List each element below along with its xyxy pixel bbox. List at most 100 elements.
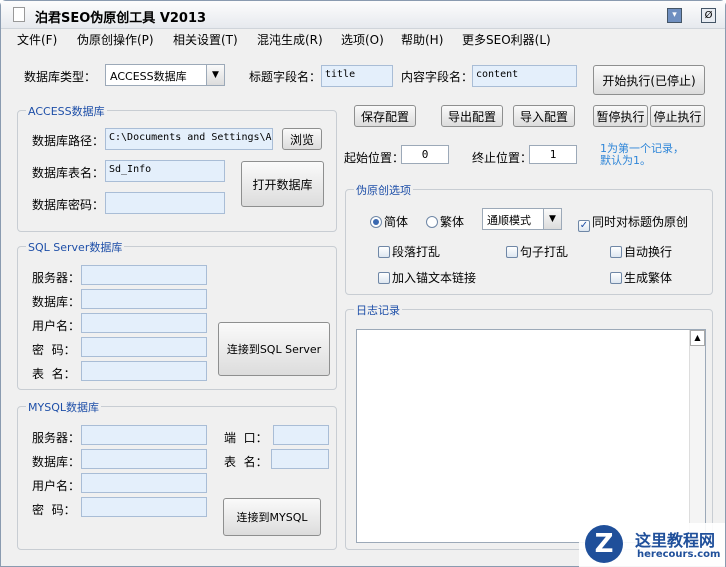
range-hint-2: 默认为1。 [600,154,651,167]
browse-button[interactable]: 浏览 [282,128,322,150]
shuffle-sentence-label: 句子打乱 [520,245,569,259]
stop-button[interactable]: 停止执行 [650,105,705,127]
auto-wrap-label: 自动换行 [624,245,673,259]
simplified-radio[interactable]: 简体 [370,213,408,230]
access-table-input[interactable]: Sd_Info [105,160,225,182]
checkmark-icon: ✓ [578,220,590,232]
start-position-input[interactable]: 0 [401,145,449,164]
access-password-label: 数据库密码： [32,198,105,212]
end-position-input[interactable]: 1 [529,145,577,164]
pause-button[interactable]: 暂停执行 [593,105,648,127]
mysql-legend: MYSQL数据库 [26,399,101,415]
options-legend: 伪原创选项 [354,182,413,198]
access-group: ACCESS数据库 数据库路径： C:\Documents and Settin… [17,103,337,232]
sql-server-label: 服务器： [32,271,81,285]
import-config-button[interactable]: 导入配置 [513,105,575,127]
start-button[interactable]: 开始执行(已停止) [593,65,705,95]
end-position-label: 终止位置： [472,151,533,165]
sql-user-label: 用户名： [32,319,81,333]
sql-group: SQL Server数据库 服务器： 数据库： 用户名： 密 码： 表 名： 连… [17,239,337,390]
sql-legend: SQL Server数据库 [26,239,125,255]
connect-sql-button[interactable]: 连接到SQL Server [218,322,330,376]
sql-database-input[interactable] [81,289,207,309]
title-field-label: 标题字段名： [249,70,322,84]
mode-select[interactable]: 通顺模式 ▼ [482,208,562,230]
log-group: 日志记录 ▲ [345,302,713,550]
sql-password-label: 密 码： [32,343,76,357]
menu-more-seo[interactable]: 更多SEO利器(L) [462,31,551,48]
mysql-user-label: 用户名： [32,479,81,493]
auto-wrap-checkbox[interactable]: 自动换行 [610,243,672,260]
log-scrollbar[interactable]: ▲ [689,330,705,542]
menu-settings[interactable]: 相关设置(T) [173,31,238,48]
log-textarea[interactable]: ▲ [356,329,706,543]
simplified-label: 简体 [384,215,409,229]
db-type-value: ACCESS数据库 [110,70,187,83]
mysql-server-input[interactable] [81,425,207,445]
mysql-table-input[interactable] [271,449,329,469]
checkbox-icon [506,246,518,258]
minimize-button[interactable]: ▾ [667,8,682,23]
log-legend: 日志记录 [354,302,402,318]
checkbox-icon [610,272,622,284]
mysql-password-label: 密 码： [32,503,76,517]
sql-server-input[interactable] [81,265,207,285]
traditional-label: 繁体 [440,215,465,229]
menu-rewrite[interactable]: 伪原创操作(P) [77,31,154,48]
open-db-button[interactable]: 打开数据库 [241,161,324,207]
gen-trad-checkbox[interactable]: 生成繁体 [610,269,672,286]
content-field-label: 内容字段名： [401,70,474,84]
app-icon [13,7,25,22]
content-field-input[interactable]: content [472,65,577,87]
shuffle-para-label: 段落打乱 [392,245,441,259]
options-group: 伪原创选项 简体 繁体 通顺模式 ▼ ✓ 同时对标题伪原创 段落打乱 句子打乱 自动… [345,182,713,295]
radio-off-icon [426,216,438,228]
menu-options[interactable]: 选项(O) [341,31,384,48]
checkbox-icon [378,246,390,258]
db-type-select[interactable]: ACCESS数据库 ▼ [105,64,225,86]
save-config-button[interactable]: 保存配置 [354,105,416,127]
watermark: Z 这里教程网 herecours.com [579,523,725,567]
mode-value: 通顺模式 [487,214,531,227]
title-field-input[interactable]: title [321,65,393,87]
watermark-url: herecours.com [637,549,721,560]
mysql-password-input[interactable] [81,497,207,517]
db-type-label: 数据库类型： [24,70,97,84]
close-button[interactable]: Ø [701,8,716,23]
main-window: 泊君SEO伪原创工具 V2013 ▾ Ø 文件(F) 伪原创操作(P) 相关设置… [0,0,726,567]
sql-table-input[interactable] [81,361,207,381]
access-password-input[interactable] [105,192,225,214]
export-config-button[interactable]: 导出配置 [441,105,503,127]
traditional-radio[interactable]: 繁体 [426,213,464,230]
sql-user-input[interactable] [81,313,207,333]
checkbox-icon [610,246,622,258]
range-hint: 1为第一个记录， 默认为1。 [600,143,684,167]
sql-table-label: 表 名： [32,367,76,381]
access-path-input[interactable]: C:\Documents and Settings\Ad [105,128,273,150]
title-rewrite-checkbox[interactable]: ✓ 同时对标题伪原创 [578,213,688,232]
menu-chaos[interactable]: 混沌生成(R) [257,31,323,48]
title-rewrite-label: 同时对标题伪原创 [592,215,689,229]
menu-file[interactable]: 文件(F) [17,31,57,48]
mysql-user-input[interactable] [81,473,207,493]
checkbox-icon [378,272,390,284]
chevron-down-icon: ▼ [206,65,224,85]
start-position-label: 起始位置： [344,151,405,165]
mysql-port-input[interactable] [273,425,329,445]
access-legend: ACCESS数据库 [26,103,107,119]
mysql-server-label: 服务器： [32,431,81,445]
shuffle-sentence-checkbox[interactable]: 句子打乱 [506,243,568,260]
menu-help[interactable]: 帮助(H) [401,31,443,48]
window-title: 泊君SEO伪原创工具 V2013 [35,11,207,26]
watermark-name: 这里教程网 [635,531,716,550]
mysql-port-label: 端 口： [224,431,268,445]
scroll-up-icon[interactable]: ▲ [690,330,705,346]
sql-password-input[interactable] [81,337,207,357]
watermark-logo-icon: Z [585,525,623,563]
mysql-database-input[interactable] [81,449,207,469]
connect-mysql-button[interactable]: 连接到MYSQL [223,498,321,536]
shuffle-para-checkbox[interactable]: 段落打乱 [378,243,440,260]
chevron-down-icon: ▼ [543,209,561,229]
anchor-checkbox[interactable]: 加入锚文本链接 [378,269,476,286]
mysql-group: MYSQL数据库 服务器： 数据库： 用户名： 密 码： 端 口： 表 名： 连… [17,399,337,550]
